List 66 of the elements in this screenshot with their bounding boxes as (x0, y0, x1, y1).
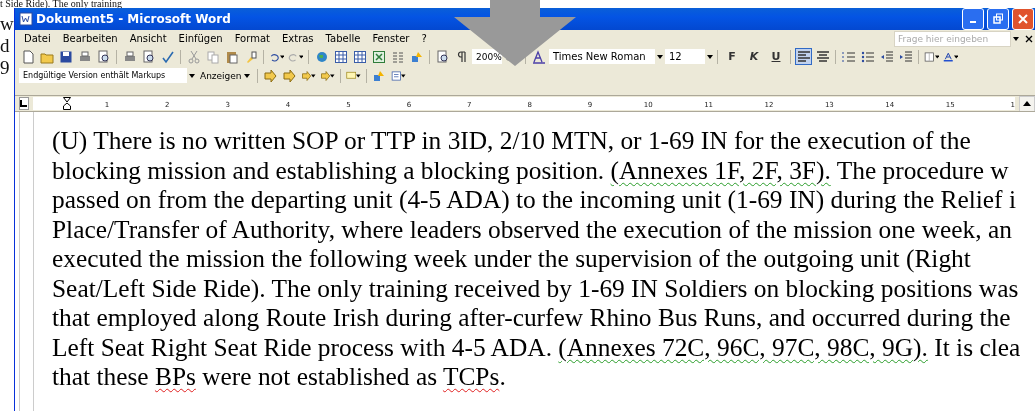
indent-marker-icon[interactable] (62, 97, 71, 110)
menu-item[interactable]: ? (416, 33, 432, 44)
italic-button[interactable]: K (744, 48, 764, 65)
background-text: t Side Ride). The only training (0, 0, 123, 8)
caret-icon[interactable] (657, 54, 663, 59)
reviewing-pane-icon[interactable] (390, 68, 402, 83)
show-button[interactable]: Anzeigen (197, 70, 253, 81)
bold-button[interactable]: F (722, 48, 742, 65)
background-text: d (0, 35, 10, 57)
font-size-field[interactable]: 12 (665, 49, 705, 64)
zoom-field[interactable]: 200% (472, 49, 502, 64)
menu-item[interactable]: Datei (19, 33, 56, 44)
restore-button[interactable] (987, 8, 1009, 30)
document-text-line: Left Seat Right Seat Ride process with 4-5 ADA. (Annexes 72C, 96C, 97C, 98C, 9G). It is clea (52, 332, 1022, 362)
word-document-icon[interactable] (19, 12, 33, 26)
menu-item[interactable]: Bearbeiten (57, 33, 123, 44)
print-preview-button[interactable] (140, 48, 157, 65)
tab-selector[interactable] (19, 97, 29, 110)
document-text-line: that these BPs were not established as TCPs. (52, 362, 507, 392)
menu-item[interactable]: Einfügen (173, 33, 228, 44)
document-text-line: blocking mission and establishing a blocking position. (Annexes 1F, 2F, 3F). The procedure w (52, 155, 1010, 185)
close-icon[interactable] (1025, 34, 1033, 43)
styles-button[interactable] (530, 48, 547, 65)
border-icon[interactable] (924, 49, 935, 64)
window-title: Dokument5 - Microsoft Word (36, 12, 232, 26)
align-center-button[interactable] (814, 48, 831, 65)
minimize-button[interactable] (962, 8, 984, 30)
underline-button[interactable]: U (766, 48, 786, 65)
caret-icon[interactable] (1013, 36, 1019, 41)
markup-display-dropdown[interactable]: Endgültige Version enthält Markups (19, 68, 187, 83)
caret-icon[interactable] (401, 73, 406, 78)
caret-icon[interactable] (707, 54, 713, 59)
scroll-up-icon[interactable] (1023, 101, 1031, 106)
caret-icon[interactable] (953, 54, 958, 59)
close-button[interactable] (1012, 8, 1034, 30)
scroll-up-button[interactable] (1019, 95, 1035, 112)
document-text-line: Seat/Left Side Ride). The only training received by 1-69 IN Soldiers on blocking positions was (52, 273, 1020, 303)
caret-icon[interactable] (934, 54, 939, 59)
align-left-button[interactable] (795, 48, 812, 65)
font-field[interactable]: Times New Roman (549, 49, 655, 64)
restore-icon[interactable] (993, 12, 1003, 26)
table-button[interactable] (351, 48, 368, 65)
caret-icon[interactable] (243, 73, 250, 78)
caret-icon[interactable] (298, 54, 303, 59)
document-text-line: (U) There is no written SOP or TTP in 3ID, 2/10 MTN, or 1-69 IN for the execution of the (52, 126, 972, 156)
next-change-button[interactable] (280, 67, 298, 84)
document-text-line: that employed along Route Irish during after-curfew Rhino Bus Runs, and occurred during the (52, 303, 1012, 333)
document-text-line: passed on from the departing unit (4-5 ADA) to the incoming unit (1-69 IN) during the Relief i (52, 185, 1017, 215)
menu-item[interactable]: Fenster (367, 33, 415, 44)
background-text: 9 (0, 57, 10, 79)
caret-icon[interactable] (279, 54, 284, 59)
caret-icon[interactable] (189, 73, 195, 78)
increase-indent-button[interactable] (897, 48, 914, 65)
document-text-line: executed the mission the following week under the supervision of the outgoing unit (Right (52, 244, 972, 274)
previous-change-button[interactable] (261, 67, 279, 84)
menu-item[interactable]: Tabelle (320, 33, 366, 44)
tab-stop-icon (20, 100, 28, 107)
menu-item[interactable]: Extras (276, 33, 319, 44)
caret-icon[interactable] (311, 73, 316, 78)
caret-icon[interactable] (330, 73, 335, 78)
background-text: w (0, 13, 14, 35)
menu-item[interactable]: Format (229, 33, 275, 44)
document-text-line: Place/Transfer of Authority, where leaders observed the execution of the mission one week, an (52, 214, 1013, 244)
caret-icon[interactable] (356, 73, 361, 78)
spreadsheet-button[interactable] (370, 48, 387, 65)
menu-item[interactable]: Ansicht (124, 33, 172, 44)
